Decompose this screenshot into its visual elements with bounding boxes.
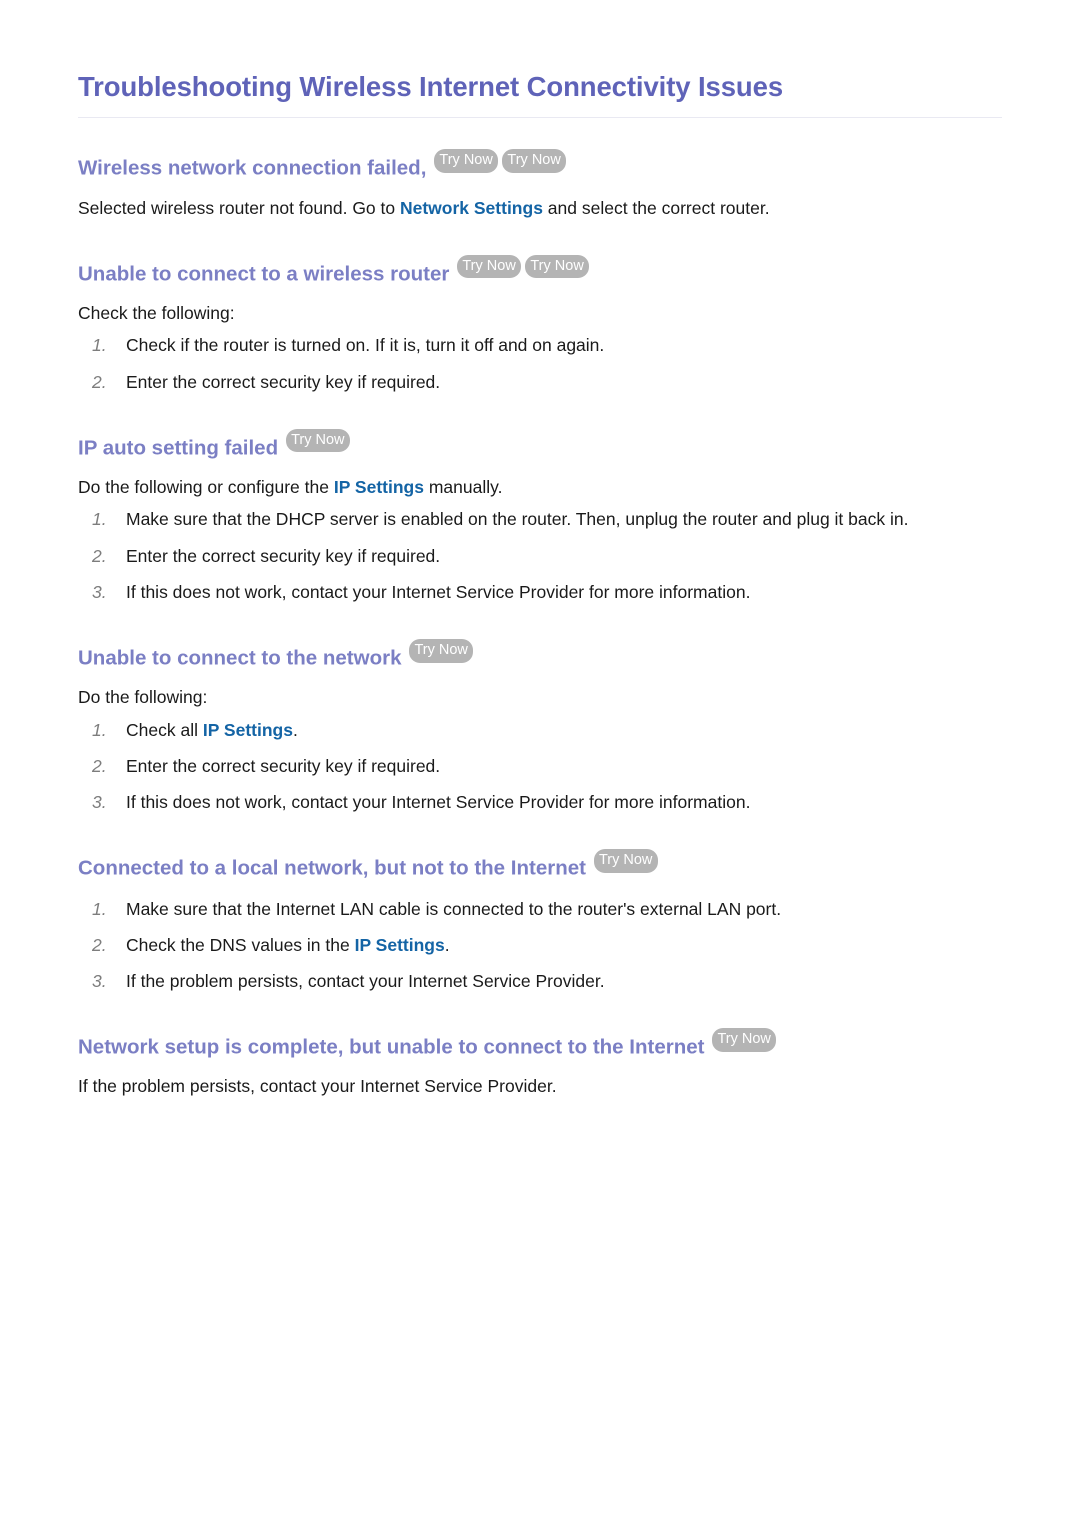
step-text: Make sure that the Internet LAN cable is… bbox=[126, 898, 782, 919]
step-link[interactable]: IP Settings bbox=[203, 720, 293, 740]
section-heading: IP auto setting failed Try Now bbox=[78, 428, 1002, 462]
sections.2.paragraph_parts-text: manually. bbox=[423, 477, 503, 498]
try-now-badge[interactable]: Try Now bbox=[409, 639, 474, 663]
document-page: Troubleshooting Wireless Internet Connec… bbox=[0, 0, 1080, 1527]
step-item: 2. Enter the correct security key if requ… bbox=[78, 543, 1002, 569]
step-number: 2. bbox=[92, 545, 107, 566]
section-heading-label: Unable to connect to the network bbox=[78, 646, 402, 670]
sections.5.paragraph_parts-text: If the problem persists, contact your In… bbox=[78, 1076, 557, 1097]
step-text: Check if the router is turned on. If it … bbox=[126, 335, 605, 356]
section-intro-text: Check the following: bbox=[78, 303, 235, 324]
sections.0.paragraph_parts-text: and select the correct router. bbox=[542, 197, 770, 218]
step-text: . bbox=[292, 719, 298, 740]
step-text: Check if the router is turned on. If it … bbox=[126, 332, 1002, 358]
try-now-badge[interactable]: Try Now bbox=[712, 1028, 777, 1052]
step-item: 3. If this does not work, contact your In… bbox=[78, 789, 1002, 815]
step-text: Make sure that the DHCP server is enable… bbox=[126, 509, 909, 530]
sections-container: Wireless network connection failed, Try … bbox=[78, 149, 1002, 1099]
sections.2.paragraph_parts-text: Do the following or configure the bbox=[78, 477, 334, 498]
step-item: 1. Make sure that the Internet LAN cable … bbox=[78, 896, 1002, 922]
step-number: 1. bbox=[92, 898, 107, 919]
step-text: . bbox=[444, 934, 450, 955]
step-text: Enter the correct security key if requir… bbox=[126, 543, 1002, 569]
step-text: If the problem persists, contact your In… bbox=[126, 968, 1002, 994]
try-now-badge[interactable]: Try Now bbox=[434, 149, 499, 173]
section-network-setup-is-complete-but-unable-to-: Network setup is complete, but unable to… bbox=[78, 1028, 1002, 1100]
step-number: 3. bbox=[92, 971, 107, 992]
try-now-badge[interactable]: Try Now bbox=[525, 254, 590, 279]
try-now-badge[interactable]: Try Now bbox=[593, 849, 658, 873]
step-text: Enter the correct security key if requir… bbox=[126, 753, 1002, 779]
step-number: 3. bbox=[92, 581, 107, 602]
steps-list: 1. Check if the router is turned on. If i… bbox=[78, 332, 1002, 395]
step-item: 1. Make sure that the DHCP server is enab… bbox=[78, 506, 1002, 532]
step-text: Make sure that the DHCP server is enable… bbox=[126, 506, 1002, 532]
section-ip-auto-setting-failed: IP auto setting failed Try Now Do the fol… bbox=[78, 428, 1002, 605]
section-unable-to-connect-to-a-wireless-router: Unable to connect to a wireless router T… bbox=[78, 254, 1002, 395]
section-unable-to-connect-to-the-network: Unable to connect to the network Try Now… bbox=[78, 639, 1002, 815]
section-paragraph: Do the following or configure the IP Set… bbox=[78, 475, 1002, 500]
section-paragraph: Selected wireless router not found. Go t… bbox=[78, 196, 1002, 221]
sections.0.paragraph_parts-text: Selected wireless router not found. Go t… bbox=[78, 197, 400, 218]
step-number: 1. bbox=[92, 509, 107, 530]
steps-list: 1. Make sure that the DHCP server is enab… bbox=[78, 506, 1002, 605]
step-text: If the problem persists, contact your In… bbox=[126, 971, 605, 992]
title-divider bbox=[78, 117, 1002, 119]
step-number: 3. bbox=[92, 792, 107, 813]
step-item: 1. Check if the router is turned on. If i… bbox=[78, 332, 1002, 358]
section-heading-label: Unable to connect to a wireless router bbox=[78, 262, 450, 286]
step-text: Make sure that the Internet LAN cable is… bbox=[126, 896, 1002, 922]
step-number: 2. bbox=[92, 371, 107, 392]
step-text: Check the DNS values in the bbox=[126, 934, 355, 955]
section-paragraph: If the problem persists, contact your In… bbox=[78, 1074, 1002, 1099]
step-text: Enter the correct security key if requir… bbox=[126, 755, 441, 776]
step-text: Check all IP Settings. bbox=[126, 717, 1002, 743]
step-number: 1. bbox=[92, 719, 107, 740]
step-item: 2. Enter the correct security key if requ… bbox=[78, 369, 1002, 395]
section-heading: Unable to connect to a wireless router T… bbox=[78, 254, 1002, 288]
steps-list: 1. Make sure that the Internet LAN cable … bbox=[78, 896, 1002, 995]
try-now-badge[interactable]: Try Now bbox=[502, 149, 567, 173]
step-item: 2. Check the DNS values in the IP Setting… bbox=[78, 932, 1002, 958]
steps-list: 1. Check all IP Settings. 2. Enter the corr… bbox=[78, 717, 1002, 816]
sections.0.paragraph_parts-link[interactable]: Network Settings bbox=[400, 198, 543, 218]
section-heading-label: IP auto setting failed bbox=[78, 436, 279, 460]
step-link[interactable]: IP Settings bbox=[355, 935, 445, 955]
section-heading-label: Connected to a local network, but not to… bbox=[78, 856, 586, 880]
page-title: Troubleshooting Wireless Internet Connec… bbox=[78, 71, 784, 102]
section-connected-to-a-local-network-but-not-to-: Connected to a local network, but not to… bbox=[78, 849, 1002, 994]
step-number: 2. bbox=[92, 755, 107, 776]
sections.2.paragraph_parts-link[interactable]: IP Settings bbox=[334, 477, 424, 497]
step-number: 2. bbox=[92, 934, 107, 955]
try-now-badge[interactable]: Try Now bbox=[285, 428, 350, 453]
step-text: If this does not work, contact your Inte… bbox=[126, 789, 1002, 815]
step-text: Enter the correct security key if requir… bbox=[126, 369, 1002, 395]
section-intro-text: Do the following: bbox=[78, 687, 208, 708]
step-text: Check all bbox=[126, 719, 203, 740]
try-now-badge[interactable]: Try Now bbox=[457, 254, 522, 279]
section-heading-label: Wireless network connection failed, bbox=[78, 156, 427, 180]
section-heading: Wireless network connection failed, Try … bbox=[78, 149, 1002, 182]
section-heading: Connected to a local network, but not to… bbox=[78, 849, 1002, 882]
step-item: 2. Enter the correct security key if requ… bbox=[78, 753, 1002, 779]
step-text: Enter the correct security key if requir… bbox=[126, 545, 441, 566]
section-wireless-network-connection-failed: Wireless network connection failed, Try … bbox=[78, 149, 1002, 221]
step-text: Enter the correct security key if requir… bbox=[126, 371, 441, 392]
section-heading-label: Network setup is complete, but unable to… bbox=[78, 1035, 705, 1059]
step-text: If this does not work, contact your Inte… bbox=[126, 792, 751, 813]
step-item: 1. Check all IP Settings. bbox=[78, 717, 1002, 743]
section-heading: Network setup is complete, but unable to… bbox=[78, 1028, 1002, 1061]
step-item: 3. If this does not work, contact your In… bbox=[78, 579, 1002, 605]
step-number: 1. bbox=[92, 335, 107, 356]
step-item: 3. If the problem persists, contact your … bbox=[78, 968, 1002, 994]
step-text: If this does not work, contact your Inte… bbox=[126, 581, 751, 602]
step-text: Check the DNS values in the IP Settings. bbox=[126, 932, 1002, 958]
step-text: If this does not work, contact your Inte… bbox=[126, 579, 1002, 605]
section-heading: Unable to connect to the network Try Now bbox=[78, 639, 1002, 672]
